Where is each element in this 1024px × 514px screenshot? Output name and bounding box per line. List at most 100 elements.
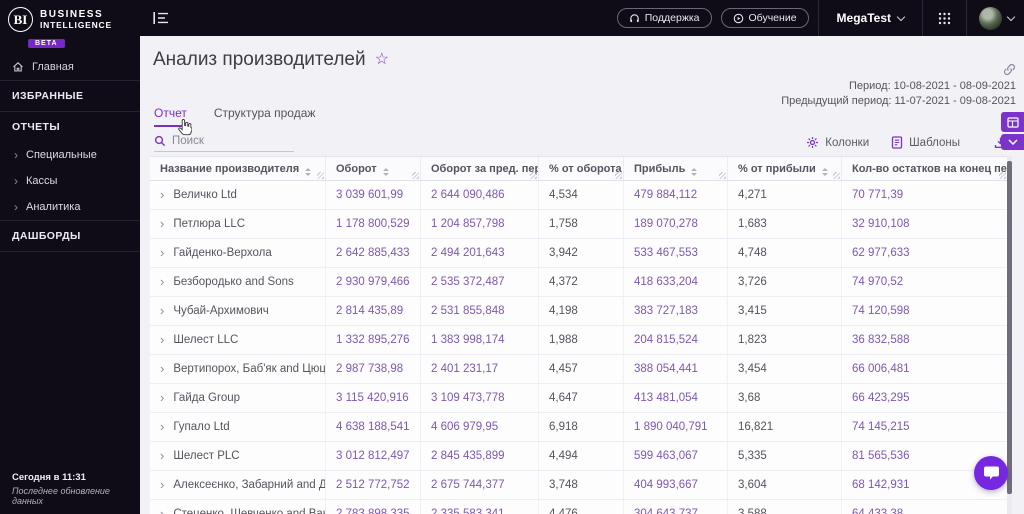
table-row[interactable]: › Вертипорох, Баб'як and Цюцюра2 987 738,… (150, 355, 1007, 384)
expand-row-icon[interactable]: › (160, 326, 164, 354)
column-resize-handle[interactable] (833, 172, 840, 179)
expand-row-icon[interactable]: › (160, 181, 164, 209)
table-scrollbar[interactable] (1007, 156, 1012, 514)
previous-period-label: Предыдущий период: 11-07-2021 - 09-08-20… (781, 95, 1016, 107)
sidebar-item-report-1[interactable]: › Кассы (0, 168, 140, 194)
table-row[interactable]: › Шелест LLC 1 332 895,276 1 383 998,174 1,9… (150, 326, 1007, 355)
expand-row-icon[interactable]: › (160, 500, 164, 514)
tab-sales-structure[interactable]: Структура продаж (214, 106, 316, 127)
column-resize-handle[interactable] (530, 172, 537, 179)
cell-value: 413 481,054 (624, 384, 728, 412)
column-header-4[interactable]: Прибыль (624, 157, 728, 180)
support-button[interactable]: Поддержка (616, 8, 712, 28)
side-panel-widget (1001, 112, 1024, 150)
columns-button[interactable]: Колонки (806, 136, 869, 149)
sidebar-item-home[interactable]: Главная (0, 54, 140, 80)
cell-producer-name[interactable]: › Стеценко, Шевченко and Вакуленко (150, 500, 326, 514)
producer-name: Петлюра LLC (173, 218, 246, 230)
column-resize-handle[interactable] (999, 172, 1006, 179)
main-content: Анализ производителей ☆ Период: 10-08-20… (140, 36, 1024, 514)
expand-row-icon[interactable]: › (160, 384, 164, 412)
column-header-3[interactable]: % от оборота (539, 157, 624, 180)
cell-value: 1,758 (539, 210, 624, 238)
copy-link-button[interactable] (781, 63, 1016, 76)
table-row[interactable]: › Алексеєнко, Забарний and Дараган2 512 7… (150, 471, 1007, 500)
cell-producer-name[interactable]: › Безбородько and Sons (150, 268, 326, 296)
producer-name: Стеценко, Шевченко and Вакуленко (173, 508, 325, 514)
table-row[interactable]: › Стеценко, Шевченко and Вакуленко2 783 8… (150, 500, 1007, 514)
cell-value: 4,647 (539, 384, 624, 412)
column-header-6[interactable]: Кол-во остатков на конец периода (842, 157, 1007, 180)
table-row[interactable]: › Чубай-Архимович 2 814 435,89 2 531 855,84… (150, 297, 1007, 326)
expand-row-icon[interactable]: › (160, 297, 164, 325)
expand-row-icon[interactable]: › (160, 268, 164, 296)
cell-value: 1 204 857,798 (421, 210, 539, 238)
column-header-5[interactable]: % от прибыли (728, 157, 842, 180)
column-resize-handle[interactable] (317, 172, 324, 179)
logo-line1: BUSINESS (40, 8, 104, 20)
expand-row-icon[interactable]: › (160, 210, 164, 238)
sort-icon[interactable] (821, 168, 828, 176)
table-row[interactable]: › Безбородько and Sons 2 930 979,466 2 535 … (150, 268, 1007, 297)
expand-row-icon[interactable]: › (160, 471, 164, 499)
column-resize-handle[interactable] (719, 172, 726, 179)
column-resize-handle[interactable] (412, 172, 419, 179)
cell-value: 1,683 (728, 210, 842, 238)
templates-button[interactable]: Шаблоны (891, 136, 960, 149)
sidebar-item-report-0[interactable]: › Специальные (0, 142, 140, 168)
cell-producer-name[interactable]: › Петлюра LLC (150, 210, 326, 238)
chat-button[interactable] (974, 456, 1008, 490)
sort-icon[interactable] (305, 168, 312, 176)
column-resize-handle[interactable] (615, 172, 622, 179)
account-label: MegaTest (836, 11, 891, 25)
expand-row-icon[interactable]: › (160, 355, 164, 383)
column-header-1[interactable]: Оборот (326, 157, 421, 180)
cell-producer-name[interactable]: › Гайденко-Верхола (150, 239, 326, 267)
column-header-0[interactable]: Название производителя (150, 157, 326, 180)
cell-producer-name[interactable]: › Гупало Ltd (150, 413, 326, 441)
cell-value: 383 727,183 (624, 297, 728, 325)
sort-icon[interactable] (382, 168, 389, 176)
sort-icon[interactable] (691, 168, 698, 176)
panel-toggle-button[interactable] (1001, 112, 1024, 132)
sidebar-item-report-2[interactable]: › Аналитика (0, 194, 140, 220)
topbar: Поддержка Обучение MegaTest (140, 0, 1024, 36)
cell-producer-name[interactable]: › Чубай-Архимович (150, 297, 326, 325)
sidebar-section-favorites[interactable]: ИЗБРАННЫЕ (0, 81, 140, 111)
table-row[interactable]: › Петлюра LLC 1 178 800,529 1 204 857,798 1,… (150, 210, 1007, 239)
cell-producer-name[interactable]: › Шелест PLC (150, 442, 326, 470)
sidebar-section-reports[interactable]: ОТЧЕТЫ (0, 112, 140, 142)
user-menu[interactable] (967, 0, 1024, 36)
table-row[interactable]: › Гайденко-Верхола 2 642 885,433 2 494 201,… (150, 239, 1007, 268)
expand-row-icon[interactable]: › (160, 239, 164, 267)
apps-grid-button[interactable] (923, 0, 966, 36)
expand-row-icon[interactable]: › (160, 442, 164, 470)
cell-producer-name[interactable]: › Гайда Group (150, 384, 326, 412)
account-menu[interactable]: MegaTest (819, 0, 922, 36)
scrollbar-thumb[interactable] (1007, 161, 1012, 494)
cell-value: 36 832,588 (852, 334, 910, 346)
cell-value: 6,918 (539, 413, 624, 441)
cell-value: 2 845 435,899 (421, 442, 539, 470)
cell-value: 2 987 738,98 (326, 355, 421, 383)
cell-producer-name[interactable]: › Вертипорох, Баб'як and Цюцюра (150, 355, 326, 383)
cell-value: 62 977,633 (852, 247, 910, 259)
table-row[interactable]: › Величко Ltd 3 039 601,99 2 644 090,486 4,5… (150, 181, 1007, 210)
favorite-star-icon[interactable]: ☆ (375, 52, 389, 68)
column-header-2[interactable]: Оборот за пред. период (421, 157, 539, 180)
table-row[interactable]: › Гайда Group 3 115 420,916 3 109 473,778 4,… (150, 384, 1007, 413)
cell-producer-name[interactable]: › Величко Ltd (150, 181, 326, 209)
column-header-label: % от оборота (549, 163, 622, 175)
cell-value: 2 930 979,466 (326, 268, 421, 296)
cell-producer-name[interactable]: › Шелест LLC (150, 326, 326, 354)
panel-collapse-button[interactable] (1001, 134, 1024, 150)
table-row[interactable]: › Шелест PLC 3 012 812,497 2 845 435,899 4,4… (150, 442, 1007, 471)
expand-row-icon[interactable]: › (160, 413, 164, 441)
cell-value: 2 535 372,487 (421, 268, 539, 296)
training-button[interactable]: Обучение (720, 8, 809, 28)
table-row[interactable]: › Гупало Ltd 4 638 188,541 4 606 979,95 6,91… (150, 413, 1007, 442)
sidebar-toggle-icon[interactable] (153, 11, 169, 25)
cell-producer-name[interactable]: › Алексеєнко, Забарний and Дараган (150, 471, 326, 499)
column-header-label: Кол-во остатков на конец периода (852, 163, 1007, 175)
sidebar-section-dashboards[interactable]: ДАШБОРДЫ (0, 221, 140, 251)
